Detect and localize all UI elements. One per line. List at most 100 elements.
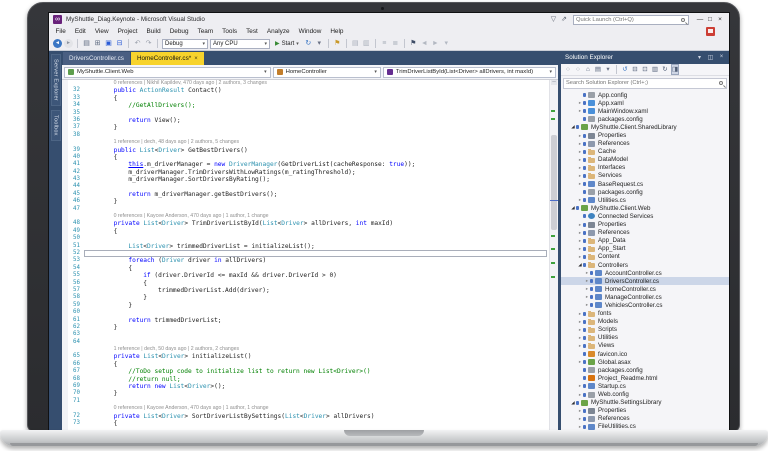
menu-tools[interactable]: Tools	[218, 28, 242, 35]
code-line[interactable]: 71	[68, 398, 549, 405]
side-tab-server-explorer[interactable]: Server Explorer	[50, 54, 61, 106]
code-line[interactable]: 32 public ActionResult Contact()	[68, 87, 549, 94]
tree-item-homecontroller-cs[interactable]: ▸ HomeController.cs	[561, 285, 729, 293]
menu-team[interactable]: Team	[193, 28, 218, 35]
menu-help[interactable]: Help	[326, 28, 348, 35]
tree-item-mainwindow-xaml[interactable]: ▸ MainWindow.xaml	[561, 107, 729, 115]
solution-explorer-header[interactable]: Solution Explorer ▾ ◫ ×	[561, 51, 729, 64]
code-line[interactable]: 67 //ToDo setup code to initialize list t…	[68, 368, 549, 375]
code-line[interactable]: 62}	[68, 324, 549, 331]
solution-platform-dropdown[interactable]: Any CPU ▾	[210, 38, 270, 49]
redo-icon[interactable]: ↷	[144, 39, 153, 48]
code-line[interactable]: 46}	[68, 198, 549, 205]
uncomment-icon[interactable]: ≣	[391, 39, 400, 48]
tree-item-myshuttle-client-sharedlibrary[interactable]: ◢ MyShuttle.Client.SharedLibrary	[561, 123, 729, 131]
type-dropdown[interactable]: HomeController ▾	[272, 66, 381, 78]
code-line[interactable]: 69 return new List<Driver>();	[68, 383, 549, 390]
menu-project[interactable]: Project	[113, 28, 142, 35]
member-dropdown[interactable]: TrimDriverListById(List<Driver> allDrive…	[382, 66, 556, 78]
tree-item-interfaces[interactable]: ▸ Interfaces	[561, 164, 729, 172]
start-debug-button[interactable]: ▶ Start ▾	[272, 40, 302, 48]
tree-item-myshuttle-client-web[interactable]: ◢ MyShuttle.Client.Web	[561, 204, 729, 212]
menu-edit[interactable]: Edit	[70, 28, 90, 35]
code-editor[interactable]: 0 references | Nikhil Kapildev, 470 days…	[62, 80, 558, 431]
code-line[interactable]: 60	[68, 309, 549, 316]
code-line[interactable]: 39 public List<Driver> GetBestDrivers()	[68, 147, 549, 154]
tree-item-references[interactable]: ▸ References	[561, 229, 729, 237]
code-line[interactable]: 34 //GetAllDrivers();	[68, 102, 549, 109]
code-line[interactable]: 44	[68, 183, 549, 190]
scrollbar-thumb[interactable]	[551, 135, 557, 230]
tree-item-references[interactable]: ▸ References	[561, 415, 729, 423]
tree-item-datamodel[interactable]: ▸ DataModel	[561, 156, 729, 164]
tree-item-managecontroller-cs[interactable]: ▸ ManageController.cs	[561, 293, 729, 301]
document-tab-homecontroller-cs[interactable]: HomeController.cs* ×	[130, 52, 204, 65]
se-switch-views-icon[interactable]: ▤	[594, 65, 602, 74]
refresh-caret-icon[interactable]: ▾	[315, 39, 324, 48]
tree-item-connected-services[interactable]: Connected Services	[561, 212, 729, 220]
se-sync-with-active-icon[interactable]: ↺	[621, 65, 629, 74]
codelens-row[interactable]: 0 references | Kaycee Anderson, 470 days…	[68, 213, 549, 220]
tree-item-accountcontroller-cs[interactable]: ▸ AccountController.cs	[561, 269, 729, 277]
tree-item-favicon-ico[interactable]: favicon.ico	[561, 350, 729, 358]
tree-item-packages-config[interactable]: packages.config	[561, 115, 729, 123]
code-line[interactable]: 65 private List<Driver> initializeList()	[68, 353, 549, 360]
code-line[interactable]: 35	[68, 110, 549, 117]
code-line[interactable]: 54 {	[68, 265, 549, 272]
editor-scrollbar[interactable]: ─	[549, 80, 558, 431]
code-line[interactable]: 56 {	[68, 280, 549, 287]
menu-test[interactable]: Test	[242, 28, 263, 35]
code-line[interactable]: 73 {	[68, 420, 549, 427]
tree-item-global-asax[interactable]: ▸ Global.asax	[561, 358, 729, 366]
code-line[interactable]: 45 return m_driverManager.getBestDrivers(…	[68, 191, 549, 198]
bookmark-icon[interactable]: ⚑	[409, 39, 418, 48]
tree-item-properties[interactable]: ▸ Properties	[561, 221, 729, 229]
tree-item-content[interactable]: ▸ Content	[561, 253, 729, 261]
tree-item-cache[interactable]: ▸ Cache	[561, 148, 729, 156]
se-preview-selected-icon[interactable]: ◨	[671, 64, 679, 75]
se-views-caret-icon[interactable]: ▾	[604, 65, 612, 74]
codelens-row[interactable]: 0 references | Kaycee Anderson, 470 days…	[68, 405, 549, 412]
codelens-row[interactable]: 0 references | Nikhil Kapildev, 470 days…	[68, 80, 549, 87]
comment-icon[interactable]: ≡	[380, 39, 389, 48]
menu-window[interactable]: Window	[294, 28, 326, 35]
document-tab-driverscontroller-cs[interactable]: DriversController.cs	[63, 52, 130, 65]
tree-item-utilities-cs[interactable]: ▸ Utilities.cs	[561, 196, 729, 204]
se-properties-icon[interactable]: ⊡	[641, 65, 649, 74]
undo-icon[interactable]: ↶	[133, 39, 142, 48]
se-home-icon[interactable]: ⌂	[584, 65, 592, 74]
code-line[interactable]: 58}	[68, 294, 549, 301]
tree-item-packages-config[interactable]: packages.config	[561, 366, 729, 374]
add-item-icon[interactable]: ⊞	[93, 39, 102, 48]
code-line[interactable]: 43 m_driverManager.SortDriversByRating();	[68, 176, 549, 183]
notification-badge[interactable]	[706, 27, 715, 36]
code-line[interactable]: 48 private List<Driver> TrimDriverListByI…	[68, 220, 549, 227]
solution-search-input[interactable]	[564, 80, 719, 86]
refresh-icon[interactable]: ↻	[304, 39, 313, 48]
tree-item-controllers[interactable]: ◢ Controllers	[561, 261, 729, 269]
nav-forward-icon[interactable]: ►	[64, 39, 73, 48]
tree-item-project-readme-html[interactable]: Project_Readme.html	[561, 374, 729, 382]
code-line[interactable]: 55 if (driver.DriverId <= maxId && driver…	[68, 272, 549, 279]
tree-item-services[interactable]: ▸ Services	[561, 172, 729, 180]
bookmark-next-icon[interactable]: ►	[431, 39, 440, 48]
code-line[interactable]: 42 m_driverManager.TrimDriversWithLowRati…	[68, 169, 549, 176]
document-outline-icon[interactable]: ▥	[362, 39, 371, 48]
nav-back-icon[interactable]: ◄	[53, 39, 62, 48]
code-line[interactable]: 66 {	[68, 361, 549, 368]
tree-item-references[interactable]: ▸ References	[561, 140, 729, 148]
new-project-icon[interactable]: ▤	[82, 39, 91, 48]
code-line[interactable]: 37}	[68, 124, 549, 131]
tree-item-app-data[interactable]: ▸ App_Data	[561, 237, 729, 245]
code-line[interactable]: 68 //return null;	[68, 376, 549, 383]
tree-item-utilities[interactable]: ▸ Utilities	[561, 334, 729, 342]
tree-item-properties[interactable]: ▸ Properties	[561, 407, 729, 415]
tree-item-properties[interactable]: ▸ Properties	[561, 131, 729, 139]
code-line[interactable]: 36 return View();	[68, 117, 549, 124]
code-line[interactable]: 70}	[68, 390, 549, 397]
code-line[interactable]: 47	[68, 206, 549, 213]
menu-view[interactable]: View	[90, 28, 113, 35]
se-window-position-icon[interactable]: ▾	[696, 54, 703, 61]
project-dropdown[interactable]: MyShuttle.Client.Web ▾	[64, 66, 271, 78]
se-collapse-all-icon[interactable]: ⊟	[631, 65, 639, 74]
